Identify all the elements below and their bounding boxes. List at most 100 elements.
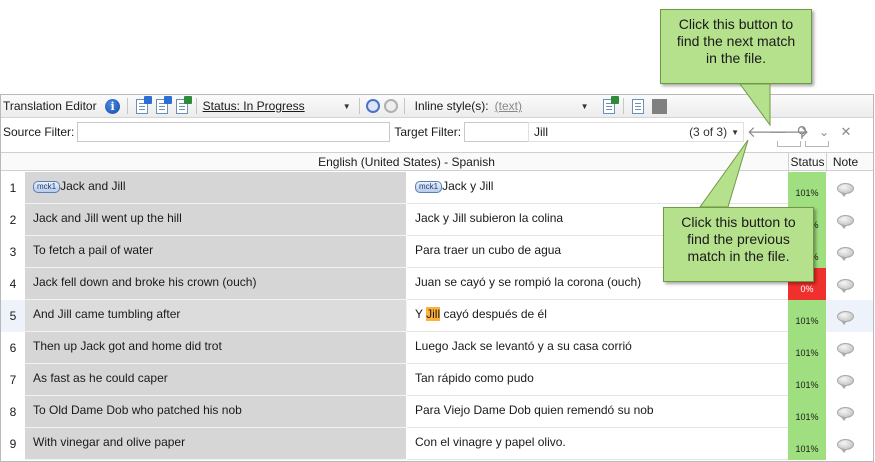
note-cell[interactable] [826, 300, 864, 332]
apply-style-icon[interactable] [601, 96, 619, 114]
inline-tag: mck1 [415, 181, 443, 193]
note-cell[interactable] [826, 236, 864, 268]
find-mode-tabs[interactable] [777, 141, 833, 147]
comment-icon[interactable] [836, 438, 854, 453]
chevron-down-icon[interactable]: ▼ [731, 128, 739, 137]
callout-previous-line-2: find the previous [687, 231, 790, 247]
comment-icon[interactable] [836, 342, 854, 357]
export-icon[interactable] [134, 96, 152, 114]
callout-next-line-1: Click this button to [678, 16, 794, 32]
match-count: (3 of 3) [689, 125, 728, 139]
stop-icon[interactable] [651, 98, 667, 114]
callout-next-line-3: in the file. [706, 50, 766, 66]
target-cell[interactable]: mck1 Jack y Jill [407, 172, 788, 204]
target-filter-input[interactable] [464, 122, 533, 142]
source-filter-input[interactable] [77, 122, 391, 142]
inline-style-label: Inline style(s): [414, 99, 489, 113]
info-icon[interactable]: i [105, 98, 121, 114]
source-cell: And Jill came tumbling after [25, 300, 406, 332]
table-row[interactable]: 1 mck1 Jack and Jill mck1 Jack y Jill 101% [1, 172, 873, 204]
row-number: 2 [9, 213, 17, 227]
close-icon[interactable]: ✕ [835, 124, 857, 140]
filter-bar: Source Filter: Target Filter: Jill (3 of… [1, 119, 873, 147]
concordance-icon[interactable] [383, 99, 398, 113]
status-dropdown[interactable]: Status: In Progress ▼ [203, 97, 355, 115]
note-cell[interactable] [826, 268, 864, 300]
source-cell: Then up Jack got and home did trot [25, 332, 406, 364]
toolbar-divider [403, 98, 405, 114]
table-row[interactable]: 8 To Old Dame Dob who patched his nob Pa… [1, 396, 873, 428]
note-cell[interactable] [826, 204, 864, 236]
note-cell[interactable] [826, 396, 864, 428]
translation-memory-icon[interactable] [365, 99, 380, 113]
status-column-header[interactable]: Status [788, 153, 826, 172]
find-box[interactable]: Jill (3 of 3) ▼ [528, 122, 744, 142]
callout-next-match: Click this button to find the next match… [660, 9, 812, 84]
source-cell: With vinegar and olive paper [25, 428, 406, 460]
comment-icon[interactable] [836, 278, 854, 293]
toolbar-divider [195, 98, 197, 114]
comment-icon[interactable] [836, 374, 854, 389]
status-cell: 101% [788, 332, 826, 364]
comment-icon[interactable] [836, 406, 854, 421]
preview-icon[interactable] [630, 98, 646, 114]
target-cell[interactable]: Con el vinagre y papel olivo. [407, 428, 788, 460]
table-row[interactable]: 7 As fast as he could caper Tan rápido c… [1, 364, 873, 396]
add-document-icon[interactable] [174, 96, 192, 114]
search-highlight: Jill [426, 307, 441, 321]
source-cell: To fetch a pail of water [25, 236, 406, 268]
next-match-button[interactable]: 🡒 [769, 122, 809, 141]
callout-previous-line-3: match in the file. [687, 248, 790, 264]
inline-style-value: (text) [494, 99, 522, 113]
note-cell[interactable] [826, 364, 864, 396]
status-cell: 101% [788, 364, 826, 396]
source-cell: mck1 Jack and Jill [25, 172, 406, 204]
find-navigation: 🡐 🡒 ⚲ ⌄ ✕ [747, 122, 857, 142]
find-options-icon[interactable]: ⚲ [791, 123, 813, 141]
row-number: 6 [9, 341, 17, 355]
note-column-header[interactable]: Note [826, 153, 864, 172]
find-input[interactable]: Jill [529, 125, 689, 139]
table-row-selected[interactable]: 5 And Jill came tumbling after Y Jill ca… [1, 300, 873, 332]
note-cell[interactable] [826, 428, 864, 460]
chevron-down-icon: ▼ [342, 101, 351, 111]
table-row[interactable]: 6 Then up Jack got and home did trot Lue… [1, 332, 873, 364]
chevron-down-icon: ▼ [580, 101, 589, 111]
target-text: cayó después de él [440, 307, 547, 321]
toolbar-divider [622, 98, 624, 114]
target-cell[interactable]: Y Jill cayó después de él [407, 300, 788, 332]
source-cell: Jack and Jill went up the hill [25, 204, 406, 236]
language-pair-header: English (United States) - Spanish [318, 155, 495, 169]
chevron-down-icon[interactable]: ⌄ [813, 125, 835, 139]
toolbar: Translation Editor i Status: In Progress… [1, 95, 873, 118]
source-cell: Jack fell down and broke his crown (ouch… [25, 268, 406, 300]
target-cell[interactable]: Para Viejo Dame Dob quien remendó su nob [407, 396, 788, 428]
note-cell[interactable] [826, 172, 864, 204]
callout-previous-line-1: Click this button to [681, 214, 796, 230]
comment-icon[interactable] [836, 182, 854, 197]
row-number: 3 [9, 245, 17, 259]
source-cell: To Old Dame Dob who patched his nob [25, 396, 406, 428]
status-cell: 101% [788, 428, 826, 460]
table-row[interactable]: 9 With vinegar and olive paper Con el vi… [1, 428, 873, 460]
status-cell: 101% [788, 172, 826, 204]
source-text: Jack and Jill [60, 179, 126, 193]
callout-next-line-2: find the next match [676, 33, 796, 49]
source-cell: As fast as he could caper [25, 364, 406, 396]
import-icon[interactable] [154, 96, 172, 114]
row-number: 1 [9, 181, 17, 195]
status-cell: 101% [788, 396, 826, 428]
target-cell[interactable]: Tan rápido como pudo [407, 364, 788, 396]
comment-icon[interactable] [836, 214, 854, 229]
target-cell[interactable]: Luego Jack se levantó y a su casa corrió [407, 332, 788, 364]
inline-style-dropdown[interactable]: (text) ▼ [489, 99, 599, 113]
previous-match-button[interactable]: 🡐 [747, 122, 787, 141]
grid-header: English (United States) - Spanish Status… [1, 152, 873, 172]
comment-icon[interactable] [836, 246, 854, 261]
inline-tag: mck1 [33, 181, 61, 193]
row-number: 9 [9, 437, 17, 451]
comment-icon[interactable] [836, 310, 854, 325]
status-dropdown-value: Status: In Progress [202, 99, 305, 113]
callout-previous-match: Click this button to find the previous m… [663, 207, 814, 282]
note-cell[interactable] [826, 332, 864, 364]
